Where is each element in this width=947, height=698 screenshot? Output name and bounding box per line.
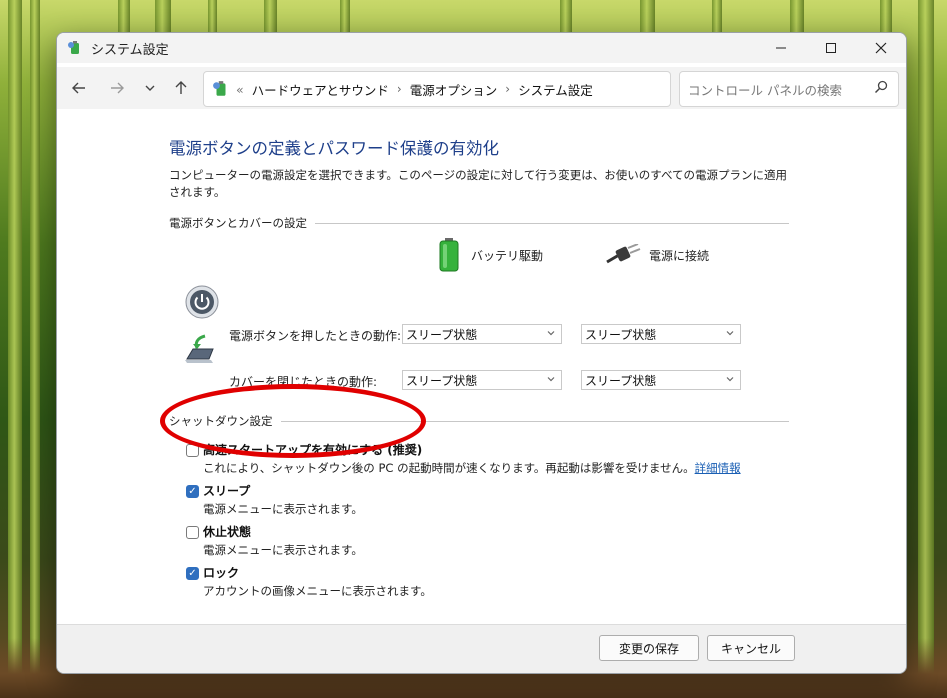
save-changes-button[interactable]: 変更の保存 xyxy=(599,635,699,661)
address-bar[interactable]: « ハードウェアとサウンド › 電源オプション › システム設定 xyxy=(203,71,807,107)
lid-close-action-label: カバーを閉じたときの動作: xyxy=(229,375,378,389)
recent-locations-button[interactable] xyxy=(138,76,162,100)
minimize-icon xyxy=(776,47,786,49)
power-plug-icon xyxy=(606,244,641,264)
close-icon xyxy=(875,42,887,54)
search-input[interactable]: コントロール パネルの検索 xyxy=(679,71,899,107)
dialog-footer: 変更の保存 キャンセル xyxy=(57,624,906,673)
page-description: コンピューターの電源設定を選択できます。このページの設定に対して行う変更は、お使… xyxy=(169,168,788,199)
power-button-plugged-select[interactable]: スリープ状態 xyxy=(581,324,741,344)
lid-close-plugged-select[interactable]: スリープ状態 xyxy=(581,370,741,390)
power-button-battery-select[interactable]: スリープ状態 xyxy=(402,324,562,344)
main-content: 電源ボタンの定義とパスワード保護の有効化 コンピューターの電源設定を選択できます… xyxy=(57,109,906,625)
search-placeholder: コントロール パネルの検索 xyxy=(688,82,842,98)
column-header-battery: バッテリ駆動 xyxy=(437,237,543,273)
up-button[interactable] xyxy=(169,76,193,100)
select-value: スリープ状態 xyxy=(585,327,657,342)
select-value: スリープ状態 xyxy=(585,373,657,388)
sleep-title: スリープ xyxy=(203,484,251,498)
battery-icon xyxy=(439,238,459,272)
column-plugged-label: 電源に接続 xyxy=(649,248,710,263)
control-panel-icon xyxy=(213,81,226,96)
search-icon xyxy=(874,80,888,94)
close-button[interactable] xyxy=(856,33,906,63)
breadcrumb-overflow[interactable]: « xyxy=(236,82,244,97)
hibernate-title: 休止状態 xyxy=(203,525,252,539)
hibernate-description: 電源メニューに表示されます。 xyxy=(203,543,363,557)
arrow-left-icon xyxy=(72,82,85,94)
select-value: スリープ状態 xyxy=(406,373,478,388)
lid-close-battery-select[interactable]: スリープ状態 xyxy=(402,370,562,390)
cancel-button[interactable]: キャンセル xyxy=(707,635,795,661)
chevron-down-icon xyxy=(725,328,735,341)
lock-description: アカウントの画像メニューに表示されます。 xyxy=(203,584,432,598)
lock-title: ロック xyxy=(203,566,240,580)
more-info-link[interactable]: 詳細情報 xyxy=(695,461,741,475)
fast-startup-desc-text: これにより、シャットダウン後の PC の起動時間が速くなります。再起動は影響を受… xyxy=(203,461,695,475)
maximize-button[interactable] xyxy=(806,33,856,63)
sleep-description: 電源メニューに表示されます。 xyxy=(203,502,363,516)
lock-checkbox[interactable]: ✓ xyxy=(186,567,199,580)
system-settings-window: システム設定 « ハードウェアとサウンド › 電源オプション › システム設定 … xyxy=(56,32,907,674)
power-button-icon xyxy=(185,285,219,319)
minimize-button[interactable] xyxy=(756,33,806,63)
back-button[interactable] xyxy=(67,76,91,100)
fast-startup-checkbox[interactable] xyxy=(186,444,199,457)
chevron-down-icon xyxy=(725,374,735,387)
select-value: スリープ状態 xyxy=(406,327,478,342)
arrow-up-icon xyxy=(175,81,187,94)
window-title: システム設定 xyxy=(91,42,169,58)
sleep-checkbox[interactable]: ✓ xyxy=(186,485,199,498)
breadcrumb-separator[interactable]: › xyxy=(505,82,510,96)
forward-button[interactable] xyxy=(105,76,129,100)
fast-startup-title: 高速スタートアップを有効にする (推奨) xyxy=(203,443,423,457)
breadcrumb-hardware-sound[interactable]: ハードウェアとサウンド xyxy=(252,80,389,99)
maximize-icon xyxy=(826,43,836,53)
breadcrumb-separator[interactable]: › xyxy=(397,82,402,96)
breadcrumb-system-settings[interactable]: システム設定 xyxy=(518,80,593,99)
fast-startup-description: これにより、シャットダウン後の PC の起動時間が速くなります。再起動は影響を受… xyxy=(203,460,741,476)
hibernate-checkbox[interactable] xyxy=(186,526,199,539)
control-panel-icon xyxy=(68,41,79,54)
column-header-plugged: 電源に接続 xyxy=(605,244,709,266)
breadcrumb-power-options[interactable]: 電源オプション xyxy=(410,80,498,99)
chevron-down-icon xyxy=(546,328,556,341)
title-bar: システム設定 xyxy=(57,33,906,63)
arrow-right-icon xyxy=(111,82,124,94)
laptop-lid-icon xyxy=(185,334,214,363)
page-title: 電源ボタンの定義とパスワード保護の有効化 xyxy=(169,139,499,158)
power-button-action-label: 電源ボタンを押したときの動作: xyxy=(229,329,402,343)
navigation-bar: « ハードウェアとサウンド › 電源オプション › システム設定 コントロール … xyxy=(57,67,906,109)
chevron-down-icon xyxy=(546,374,556,387)
column-battery-label: バッテリ駆動 xyxy=(471,248,544,263)
chevron-down-icon xyxy=(145,85,155,91)
shutdown-section-title: シャットダウン設定 xyxy=(169,413,281,429)
power-section-title: 電源ボタンとカバーの設定 xyxy=(169,215,315,231)
